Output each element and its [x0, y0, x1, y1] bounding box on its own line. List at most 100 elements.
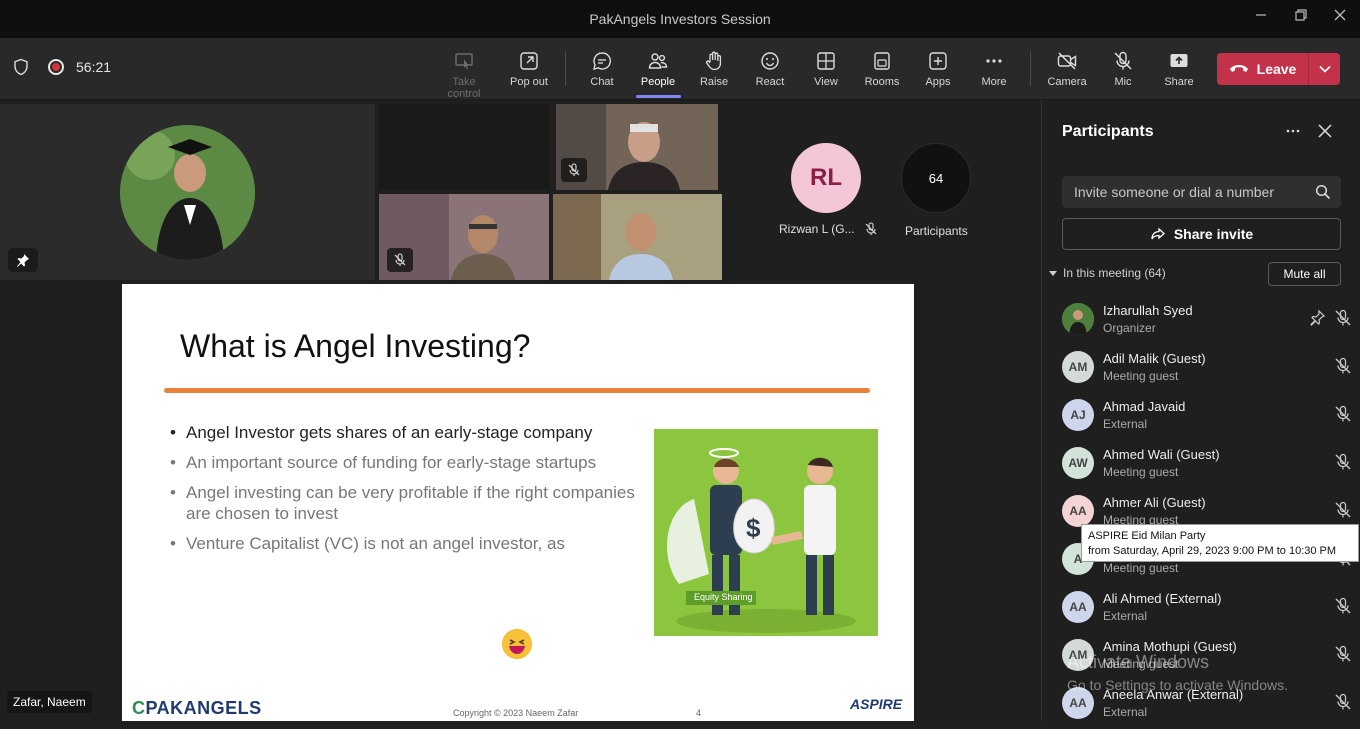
take-control-button[interactable]: Take control [436, 44, 492, 100]
participant-avatar: AJ [1062, 399, 1094, 431]
mic-off-icon[interactable] [1334, 357, 1352, 375]
close-window-button[interactable] [1328, 8, 1352, 30]
panel-close-button[interactable] [1314, 120, 1336, 142]
handshake-illustration: $ [654, 429, 878, 636]
leave-button[interactable]: Leave [1217, 53, 1340, 85]
mic-off-icon[interactable] [1334, 645, 1352, 663]
rizwan-avatar[interactable]: RL [791, 143, 861, 213]
rizwan-name: Rizwan L (G... [779, 222, 878, 236]
rooms-button[interactable]: Rooms [854, 44, 910, 96]
activate-windows-watermark: Activate Windows [1067, 652, 1210, 672]
share-invite-button[interactable]: Share invite [1062, 218, 1341, 250]
mic-off-icon[interactable] [1334, 501, 1352, 519]
minimize-button[interactable] [1249, 8, 1273, 30]
participants-count-avatar[interactable]: 64 [901, 143, 971, 213]
mic-off-icon[interactable] [1334, 309, 1352, 327]
participant-row[interactable]: Izharullah Syed Organizer [1062, 301, 1352, 345]
mic-off-icon[interactable] [1334, 405, 1352, 423]
participant-role: Meeting guest [1103, 561, 1179, 575]
take-control-label: Take control [447, 76, 481, 100]
share-arrow-icon [1151, 227, 1165, 240]
slide-page-number: 4 [696, 708, 702, 718]
chat-label: Chat [590, 76, 614, 88]
maximize-button[interactable] [1289, 8, 1313, 30]
slide-bullets: • Angel Investor gets shares of an early-… [170, 422, 640, 563]
hang-up-icon [1229, 65, 1248, 72]
invite-search-input[interactable]: Invite someone or dial a number [1062, 176, 1341, 208]
pin-icon[interactable] [1308, 309, 1326, 327]
participants-count-label: Participants [905, 224, 968, 238]
meeting-toolbar: 56:21 Take control Pop out Chat People R… [0, 38, 1360, 100]
raise-hand-icon [706, 51, 722, 71]
raise-hand-button[interactable]: Raise [686, 44, 742, 96]
pop-out-icon [520, 52, 538, 70]
participant-row[interactable]: AJ Ahmad Javaid External [1062, 397, 1352, 441]
leave-main[interactable]: Leave [1217, 53, 1309, 85]
active-tab-indicator [636, 95, 681, 98]
participant-video [553, 194, 722, 280]
more-icon [1286, 129, 1300, 133]
apps-button[interactable]: Apps [910, 44, 966, 96]
view-button[interactable]: View [798, 44, 854, 96]
pakangels-logo-text: PAKANGELS [145, 698, 262, 718]
share-button[interactable]: Share [1151, 44, 1207, 96]
share-invite-label: Share invite [1173, 226, 1254, 242]
participant-role: Organizer [1103, 321, 1156, 335]
in-meeting-label: In this meeting (64) [1063, 266, 1166, 280]
search-icon [1315, 184, 1331, 200]
slide-bullet: • Angel investing can be very profitable … [170, 482, 640, 524]
panel-more-options-button[interactable] [1282, 120, 1304, 142]
slide-title: What is Angel Investing? [180, 328, 531, 364]
minimize-icon [1256, 14, 1266, 16]
aspire-logo: ASPIRE [850, 696, 903, 712]
leave-options-button[interactable] [1309, 53, 1340, 85]
react-button[interactable]: React [742, 44, 798, 96]
react-icon [761, 52, 779, 70]
mic-label: Mic [1114, 76, 1132, 88]
pakangels-logo: CPAKANGELS [132, 698, 262, 718]
rizwan-name-label: Rizwan L (G... [779, 222, 855, 236]
collapse-triangle-icon [1049, 270, 1057, 276]
camera-button[interactable]: Camera [1039, 44, 1095, 96]
participant-role: External [1103, 417, 1148, 431]
restore-icon [1295, 9, 1307, 21]
participants-panel: Participants Invite someone or dial a nu… [1041, 100, 1360, 721]
participant-row[interactable]: AA Ali Ahmed (External) External [1062, 589, 1352, 633]
rooms-label: Rooms [864, 76, 900, 88]
people-label: People [640, 76, 676, 88]
slide-title-underline [164, 388, 870, 393]
participant-row[interactable]: AM Adil Malik (Guest) Meeting guest [1062, 349, 1352, 393]
invite-search-placeholder: Invite someone or dial a number [1074, 184, 1274, 200]
mic-off-icon[interactable] [1334, 693, 1352, 711]
view-icon [817, 52, 835, 70]
pop-out-button[interactable]: Pop out [501, 44, 557, 96]
muted-icon [561, 158, 587, 182]
mic-off-icon[interactable] [1334, 597, 1352, 615]
mic-button[interactable]: Mic [1095, 44, 1151, 96]
participant-role: External [1103, 705, 1148, 719]
participant-avatar [1062, 303, 1094, 335]
mute-all-button[interactable]: Mute all [1268, 262, 1341, 286]
participant-name: Ahmer Ali (Guest) [1103, 495, 1206, 510]
pinned-indicator[interactable] [8, 248, 38, 272]
mic-off-icon[interactable] [1334, 453, 1352, 471]
svg-text:$: $ [746, 513, 761, 543]
window-title-bar: PakAngels Investors Session [0, 0, 1360, 38]
organizer-avatar [120, 125, 255, 260]
more-button[interactable]: More [966, 44, 1022, 96]
shared-presentation: What is Angel Investing? • Angel Investor… [122, 284, 914, 721]
more-icon [986, 59, 1002, 63]
chat-button[interactable]: Chat [574, 44, 630, 96]
mic-off-icon [865, 222, 877, 235]
participant-row[interactable]: AW Ahmed Wali (Guest) Meeting guest [1062, 445, 1352, 489]
video-tile-empty [379, 104, 549, 190]
in-meeting-section-toggle[interactable]: In this meeting (64) [1049, 266, 1166, 280]
people-button[interactable]: People [630, 44, 686, 96]
video-tile-participant[interactable] [553, 194, 722, 280]
shield-icon[interactable] [12, 58, 30, 76]
participant-role: External [1103, 609, 1148, 623]
tooltip-title: ASPIRE Eid Milan Party [1088, 530, 1206, 542]
pin-icon [17, 254, 29, 267]
close-icon [1318, 124, 1332, 138]
equity-sharing-illustration: $ Equity Sharing [654, 429, 878, 636]
